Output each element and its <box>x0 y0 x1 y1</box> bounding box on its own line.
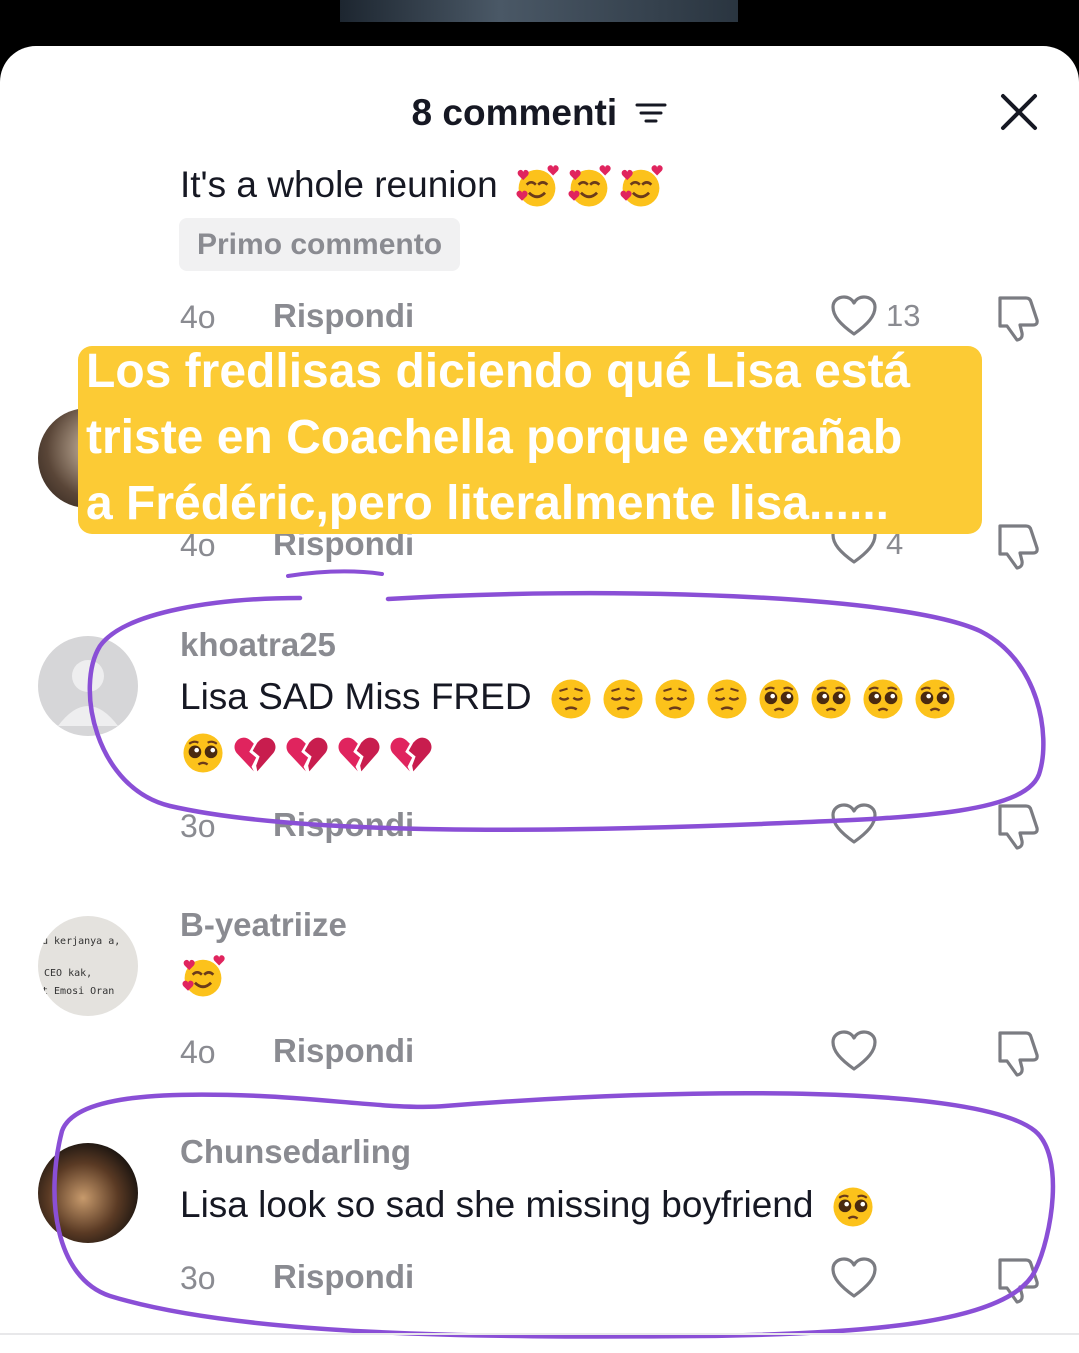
pensive-emoji-icon <box>600 676 646 722</box>
default-user-icon <box>58 660 118 726</box>
pleading-emoji-icon <box>912 676 958 722</box>
like-button[interactable] <box>830 1029 878 1073</box>
reply-button[interactable]: Rispondi <box>273 1032 414 1070</box>
avatar-text: CEO kak, <box>44 968 93 979</box>
like-button[interactable]: 13 <box>830 294 920 338</box>
comments-count-title: 8 commenti <box>411 92 618 134</box>
comment-time: 3o <box>180 1260 216 1296</box>
pleading-emoji-icon <box>860 676 906 722</box>
heart-icon <box>830 1029 878 1073</box>
comment-text-content: Lisa SAD Miss FRED <box>180 676 532 717</box>
video-preview-strip <box>340 0 738 22</box>
comment-text-line2 <box>180 730 434 776</box>
dislike-icon[interactable] <box>992 522 1042 570</box>
heart-icon <box>830 802 878 846</box>
dislike-icon[interactable] <box>992 802 1042 850</box>
filter-icon[interactable] <box>635 101 667 125</box>
first-comment-badge: Primo commento <box>179 218 461 271</box>
reply-button[interactable]: Rispondi <box>273 297 414 335</box>
smiling-hearts-emoji-icon <box>180 954 226 1000</box>
comment-time: 4o <box>180 299 216 335</box>
avatar-text: u kerjanya a, <box>42 936 121 947</box>
reply-button[interactable]: Rispondi <box>273 806 414 844</box>
comment-text: Lisa SAD Miss FRED <box>180 676 958 722</box>
overlay-line: a Frédéric,pero literalmente lisa...... <box>86 477 889 530</box>
overlay-line: triste en Coachella porque extrañab <box>86 411 903 464</box>
smiling-hearts-emoji-icon <box>618 164 664 210</box>
pensive-emoji-icon <box>548 676 594 722</box>
broken-heart-emoji-icon <box>388 730 434 776</box>
heart-icon <box>830 294 878 338</box>
pleading-emoji-icon <box>808 676 854 722</box>
avatar-text: t Emosi Oran <box>42 986 115 997</box>
smiling-hearts-emoji-icon <box>566 164 612 210</box>
comment-username[interactable]: Chunsedarling <box>180 1133 411 1171</box>
comments-sheet: 8 commenti It's a whole reunion Primo co… <box>0 46 1079 1353</box>
like-count: 13 <box>886 298 921 333</box>
comment-username[interactable]: B-yeatriize <box>180 906 347 944</box>
dislike-icon[interactable] <box>992 1029 1042 1077</box>
reply-button[interactable]: Rispondi <box>273 1258 414 1296</box>
comment-text-content: It's a whole reunion <box>180 164 498 205</box>
comment-text: It's a whole reunion <box>180 164 664 210</box>
broken-heart-emoji-icon <box>284 730 330 776</box>
pensive-emoji-icon <box>704 676 750 722</box>
avatar[interactable] <box>38 636 138 736</box>
comment-time: 3o <box>180 808 216 844</box>
heart-icon <box>830 1256 878 1300</box>
caption-overlay: Los fredlisas diciendo qué Lisa está tri… <box>78 345 982 534</box>
avatar[interactable] <box>38 1143 138 1243</box>
pensive-emoji-icon <box>652 676 698 722</box>
pleading-emoji-icon <box>180 730 226 776</box>
comment-time: 4o <box>180 1034 216 1070</box>
comment-text <box>180 954 226 1000</box>
close-icon[interactable] <box>997 90 1041 134</box>
comment-username[interactable]: khoatra25 <box>180 626 336 664</box>
avatar[interactable]: u kerjanya a, CEO kak, t Emosi Oran <box>38 916 138 1016</box>
overlay-line: Los fredlisas diciendo qué Lisa está <box>86 345 911 398</box>
broken-heart-emoji-icon <box>232 730 278 776</box>
divider <box>0 1333 1079 1335</box>
like-button[interactable] <box>830 1256 878 1300</box>
smiling-hearts-emoji-icon <box>514 164 560 210</box>
broken-heart-emoji-icon <box>336 730 382 776</box>
comment-text-content: Lisa look so sad she missing boyfriend <box>180 1184 814 1225</box>
pleading-emoji-icon <box>756 676 802 722</box>
comments-header: 8 commenti <box>0 86 1079 136</box>
dislike-icon[interactable] <box>992 1256 1042 1304</box>
comment-text: Lisa look so sad she missing boyfriend <box>180 1184 876 1230</box>
like-button[interactable] <box>830 802 878 846</box>
pleading-emoji-icon <box>830 1184 876 1230</box>
dislike-icon[interactable] <box>992 294 1042 342</box>
